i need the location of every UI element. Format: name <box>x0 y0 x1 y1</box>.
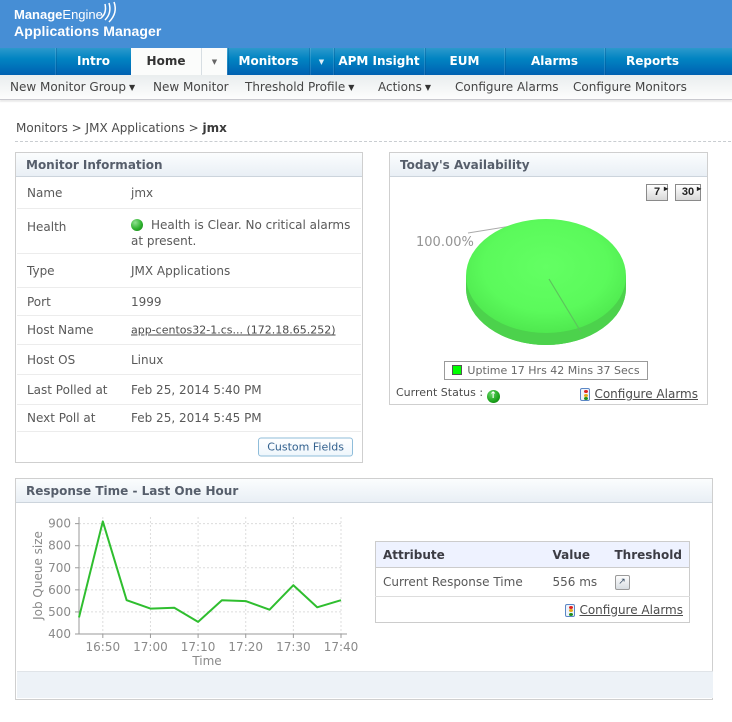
sub-nav: New Monitor Group ▼ New Monitor Threshold… <box>0 75 732 100</box>
row-custom-fields: Custom Fields <box>17 432 361 462</box>
svg-text:Time: Time <box>191 654 221 668</box>
mini-arrow-icon: ▸ <box>663 184 668 193</box>
health-text: Health is Clear. No critical alarms at p… <box>131 218 351 248</box>
brand-line2: Applications Manager <box>14 23 162 39</box>
svg-text:Job Queue size: Job Queue size <box>31 531 45 621</box>
response-time-chart: 400 500 600 700 800 900 16:50 17:00 17:10 17:20 17… <box>31 517 359 668</box>
traffic-light-icon <box>580 388 591 401</box>
main-nav: Intro Home ▼ Monitors ▼ APM Insight EUM … <box>0 48 732 75</box>
tab-alarms[interactable]: Alarms <box>504 48 604 75</box>
row-next-poll: Next Poll at Feb 25, 2014 5:45 PM <box>17 405 361 432</box>
attr-col-header: Attribute <box>375 541 546 568</box>
attr-row-current-response-time: Current Response Time 556 ms ↗ <box>376 568 690 597</box>
availability-panel: Today's Availability 7 ▸ 30 ▸ 100.00% Upti… <box>389 152 708 405</box>
availability-title: Today's Availability <box>390 153 707 177</box>
svg-text:17:20: 17:20 <box>228 640 263 654</box>
last-7-days-button[interactable]: 7 ▸ <box>646 184 668 201</box>
response-time-panel: Response Time - Last One Hour 400 500 600 7… <box>15 478 713 700</box>
app-header: ManageEngine Applications Manager <box>0 0 732 48</box>
tab-monitors[interactable]: Monitors <box>227 48 309 75</box>
svg-text:700: 700 <box>48 561 71 575</box>
tab-eum[interactable]: EUM <box>424 48 504 75</box>
tab-home-dropdown-icon[interactable]: ▼ <box>201 48 227 75</box>
svg-text:600: 600 <box>48 583 71 597</box>
breadcrumb-current: jmx <box>202 121 227 135</box>
response-configure-alarms[interactable]: Configure Alarms <box>565 603 683 617</box>
custom-fields-button[interactable]: Custom Fields <box>258 437 353 457</box>
brand-swoosh-icon <box>100 1 116 23</box>
svg-text:17:10: 17:10 <box>181 640 216 654</box>
tab-home[interactable]: Home <box>131 48 201 75</box>
attr-name: Current Response Time <box>383 575 523 589</box>
svg-text:800: 800 <box>48 539 71 553</box>
brand-line1: ManageEngine <box>14 1 161 23</box>
breadcrumb: Monitors > JMX Applications > jmx <box>16 121 227 135</box>
uptime-legend-text: Uptime 17 Hrs 42 Mins 37 Secs <box>467 364 640 377</box>
current-status-row: Current Status : ↑ Configure Alarms <box>396 386 702 404</box>
mini-arrow-icon: ▸ <box>696 184 701 193</box>
subnav-threshold-profile[interactable]: Threshold Profile ▼ <box>245 75 354 99</box>
threshold-edit-icon[interactable]: ↗ <box>614 574 630 590</box>
monitor-information-title: Monitor Information <box>16 153 362 177</box>
row-host-name: Host Name app-centos32-1.cs... (172.18.6… <box>17 316 361 345</box>
subnav-actions[interactable]: Actions ▼ <box>378 75 431 99</box>
breadcrumb-path[interactable]: Monitors > JMX Applications > <box>16 121 202 135</box>
row-type: Type JMX Applications <box>17 254 361 288</box>
svg-text:400: 400 <box>48 627 71 641</box>
svg-text:17:40: 17:40 <box>324 640 359 654</box>
subnav-new-monitor-group[interactable]: New Monitor Group ▼ <box>10 75 135 99</box>
svg-text:17:30: 17:30 <box>276 640 311 654</box>
status-up-icon: ↑ <box>486 390 500 403</box>
availability-configure-alarms[interactable]: Configure Alarms <box>580 387 698 401</box>
attr-value: 556 ms <box>552 575 598 589</box>
caret-down-icon: ▼ <box>128 83 136 92</box>
svg-text:900: 900 <box>48 517 71 531</box>
row-last-polled: Last Polled at Feb 25, 2014 5:40 PM <box>17 375 361 405</box>
svg-text:500: 500 <box>48 605 71 619</box>
subnav-new-monitor[interactable]: New Monitor <box>153 75 229 99</box>
row-health: Health Health is Clear. No critical alar… <box>17 209 361 254</box>
threshold-col-header: Threshold <box>607 541 690 568</box>
uptime-legend: Uptime 17 Hrs 42 Mins 37 Secs <box>444 361 648 380</box>
tab-apm-insight[interactable]: APM Insight <box>333 48 424 75</box>
tab-monitors-dropdown-icon[interactable]: ▼ <box>309 48 333 75</box>
attribute-table: Attribute Value Threshold Current Respon… <box>375 541 690 623</box>
subnav-configure-monitors[interactable]: Configure Monitors <box>573 75 687 99</box>
row-port: Port 1999 <box>17 288 361 316</box>
row-name: Name jmx <box>17 178 361 209</box>
page: ManageEngine Applications Manager Intro … <box>0 0 732 722</box>
breadcrumb-divider <box>15 141 731 142</box>
svg-text:17:00: 17:00 <box>133 640 168 654</box>
svg-text:16:50: 16:50 <box>86 640 121 654</box>
monitor-information-panel: Monitor Information Name jmx Health Heal… <box>15 152 363 463</box>
tab-intro[interactable]: Intro <box>55 48 131 75</box>
availability-pie-chart <box>466 219 626 345</box>
attr-table-footer-row: Configure Alarms <box>375 596 690 623</box>
subnav-configure-alarms[interactable]: Configure Alarms <box>455 75 559 99</box>
caret-down-icon: ▼ <box>348 83 355 92</box>
response-time-title: Response Time - Last One Hour <box>16 479 712 503</box>
health-ok-icon <box>131 219 143 231</box>
row-host-os: Host OS Linux <box>17 345 361 375</box>
uptime-legend-color-icon <box>452 365 463 375</box>
tab-reports[interactable]: Reports <box>604 48 700 75</box>
last-30-days-button[interactable]: 30 ▸ <box>675 184 701 201</box>
caret-down-icon: ▼ <box>424 83 431 92</box>
value-col-header: Value <box>545 541 608 568</box>
traffic-light-icon <box>565 603 576 617</box>
current-status-label: Current Status : <box>396 386 487 399</box>
brand-logo: ManageEngine Applications Manager <box>14 1 162 40</box>
host-name-link[interactable]: app-centos32-1.cs... (172.18.65.252) <box>131 324 336 337</box>
